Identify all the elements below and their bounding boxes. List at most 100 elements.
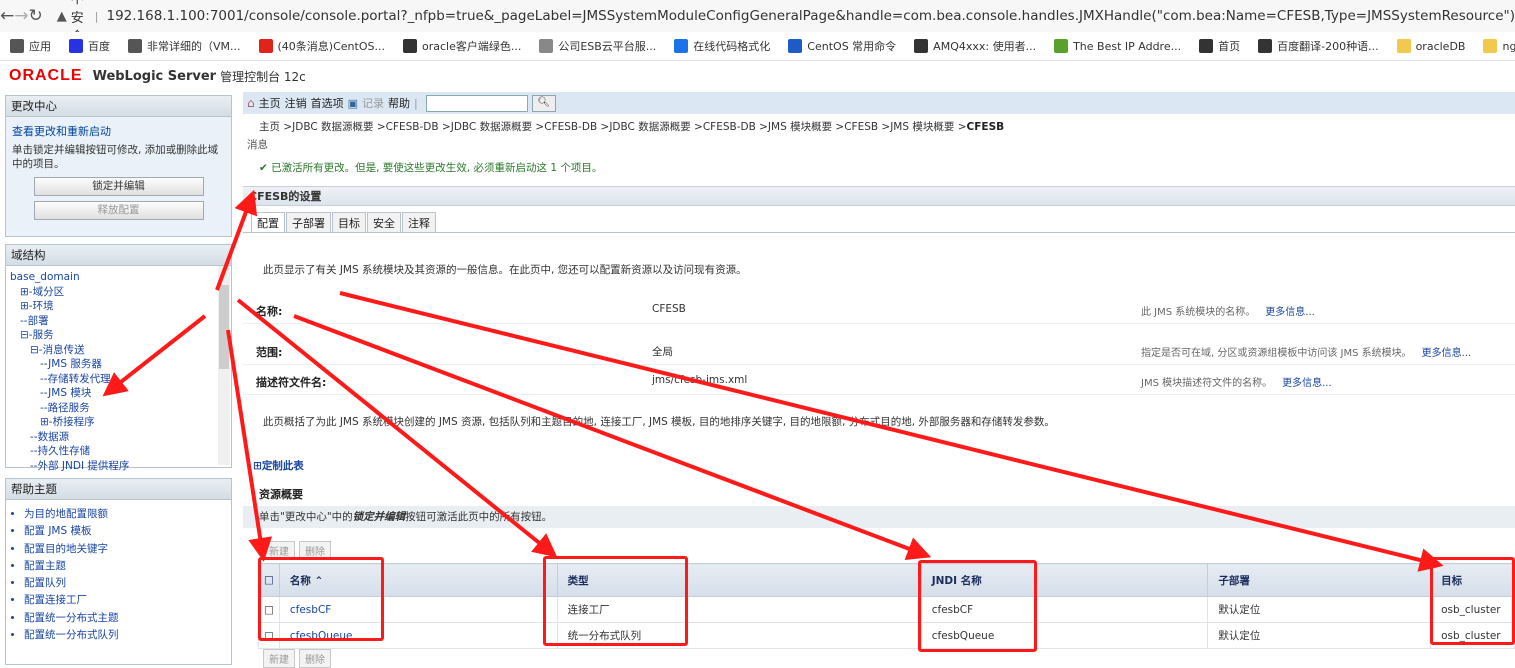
reload-icon[interactable]: ↻: [29, 6, 43, 26]
help-item[interactable]: 配置统一分布式队列: [24, 627, 231, 644]
field-row: 范围:全局指定是否可在域, 分区或资源组模板中访问该 JMS 系统模块。更多信息…: [243, 336, 1515, 365]
bookmark-label[interactable]: 非常详细的（VM...: [147, 38, 241, 54]
search-input[interactable]: [426, 95, 528, 112]
bookmark-9[interactable]: The Best IP Addre...: [1054, 39, 1181, 53]
resources-table: □ 名称 ⌃类型JNDI 名称子部署目标 □cfesbCF连接工厂cfesbCF…: [258, 563, 1515, 649]
more-info-link[interactable]: 更多信息...: [1265, 307, 1315, 318]
bookmark-5[interactable]: 公司ESB云平台服...: [539, 38, 656, 54]
tab-divider: [243, 232, 1515, 233]
tree-node[interactable]: --JMS 服务器: [10, 357, 231, 372]
bookmark-label[interactable]: (40条消息)CentOS...: [278, 38, 385, 54]
bookmark-label[interactable]: CentOS 常用命令: [807, 38, 896, 54]
bookmark-4[interactable]: oracle客户端绿色...: [403, 38, 521, 54]
bookmark-2[interactable]: 非常详细的（VM...: [128, 38, 241, 54]
ibm-icon: [914, 39, 928, 53]
url-field[interactable]: 192.168.1.100:7001/console/console.porta…: [107, 8, 1515, 24]
resources-title: 资源概要: [259, 486, 303, 502]
customize-table-link[interactable]: ⊞定制此表: [253, 458, 304, 473]
tree-node[interactable]: ⊟-消息传送: [10, 343, 231, 358]
bookmark-label[interactable]: oracleDB: [1416, 40, 1466, 53]
record-link[interactable]: 记录: [362, 95, 384, 111]
bookmark-3[interactable]: (40条消息)CentOS...: [259, 38, 385, 54]
warning-icon[interactable]: ▲: [57, 9, 67, 24]
customize-table-label[interactable]: 定制此表: [262, 460, 304, 472]
help-panel: 帮助主题 为目的地配置限额配置 JMS 模板配置目的地关键字配置主题配置队列配置…: [5, 478, 232, 665]
bookmark-label[interactable]: 百度翻译-200种语...: [1277, 38, 1378, 54]
tab-1[interactable]: 子部署: [286, 212, 331, 233]
field-value: jms/cfesb-jms.xml: [652, 374, 747, 386]
bookmark-6[interactable]: 在线代码格式化: [674, 38, 770, 54]
tab-0[interactable]: 配置: [251, 212, 285, 233]
lock-edit-button[interactable]: 锁定并编辑: [34, 177, 204, 196]
bookmark-label[interactable]: 在线代码格式化: [693, 38, 770, 54]
bookmark-8[interactable]: AMQ4xxx: 使用者...: [914, 38, 1036, 54]
breadcrumb-path[interactable]: 主页 >JDBC 数据源概要 >CFESB-DB >JDBC 数据源概要 >CF…: [259, 121, 967, 133]
help-item[interactable]: 配置目的地关键字: [24, 541, 231, 558]
home-link[interactable]: 主页: [259, 95, 281, 111]
tree-node[interactable]: ⊞-环境: [10, 299, 231, 314]
help-item[interactable]: 为目的地配置限额: [24, 506, 231, 523]
tree-node[interactable]: --部署: [10, 314, 231, 329]
tree-node[interactable]: --数据源: [10, 430, 231, 445]
annotation-box-name: [258, 557, 384, 641]
view-changes-link[interactable]: 查看更改和重新启动: [6, 117, 231, 143]
change-center-text: 单击锁定并编辑按钮可修改, 添加或删除此域中的项目。: [6, 143, 231, 171]
search-icon[interactable]: 🔍︎: [532, 95, 556, 112]
tab-3[interactable]: 安全: [367, 212, 401, 233]
bookmark-label[interactable]: AMQ4xxx: 使用者...: [933, 38, 1036, 54]
bookmark-label[interactable]: nginx: [1502, 40, 1515, 53]
bookmark-label[interactable]: oracle客户端绿色...: [422, 38, 521, 54]
help-item[interactable]: 配置统一分布式主题: [24, 610, 231, 627]
help-item[interactable]: 配置 JMS 模板: [24, 523, 231, 540]
release-config-button[interactable]: 释放配置: [34, 201, 204, 220]
preferences-link[interactable]: 首选项: [311, 95, 344, 111]
csdn-c-icon: [259, 39, 273, 53]
tree-node[interactable]: --JMS 模块: [10, 386, 231, 401]
more-info-link[interactable]: 更多信息...: [1422, 348, 1472, 359]
bookmark-0[interactable]: 应用: [10, 38, 51, 54]
tree-node[interactable]: --持久性存储: [10, 444, 231, 459]
help-link[interactable]: 帮助: [388, 95, 410, 111]
logout-link[interactable]: 注销: [285, 95, 307, 111]
tree-node[interactable]: --路径服务: [10, 401, 231, 416]
help-item[interactable]: 配置队列: [24, 575, 231, 592]
field-label: 名称:: [256, 303, 282, 319]
record-icon[interactable]: ▣: [348, 97, 358, 110]
globe-icon: [403, 39, 417, 53]
success-message: ✔ 已激活所有更改。但是, 要使这些更改生效, 必须重新启动这 1 个项目。: [259, 160, 602, 175]
tab-4[interactable]: 注释: [402, 212, 436, 233]
field-value: 全局: [652, 344, 673, 359]
bookmark-1[interactable]: 百度: [69, 38, 110, 54]
bookmark-13[interactable]: nginx: [1483, 39, 1515, 53]
help-title: 帮助主题: [6, 479, 231, 500]
back-icon[interactable]: ←: [0, 6, 14, 26]
bookmark-11[interactable]: 百度翻译-200种语...: [1258, 38, 1378, 54]
column-header[interactable]: 子部署: [1208, 564, 1431, 597]
tree-node[interactable]: --外部 JNDI 提供程序: [10, 459, 231, 474]
bookmark-label[interactable]: 百度: [88, 38, 110, 54]
bookmark-7[interactable]: CentOS 常用命令: [788, 38, 896, 54]
bookmark-10[interactable]: 首页: [1199, 38, 1240, 54]
tree-scroll-thumb[interactable]: [219, 285, 229, 369]
help-item[interactable]: 配置主题: [24, 558, 231, 575]
more-info-link[interactable]: 更多信息...: [1282, 378, 1332, 389]
forward-icon[interactable]: →: [14, 6, 28, 26]
tree-node[interactable]: ⊞-桥接程序: [10, 415, 231, 430]
tree-node[interactable]: ⊞-域分区: [10, 285, 231, 300]
tab-2[interactable]: 目标: [332, 212, 366, 233]
bookmark-label[interactable]: The Best IP Addre...: [1073, 40, 1181, 53]
bookmark-label[interactable]: 应用: [29, 38, 51, 54]
bookmark-label[interactable]: 公司ESB云平台服...: [558, 38, 656, 54]
bookmark-12[interactable]: oracleDB: [1397, 39, 1466, 53]
tree-node[interactable]: base_domain: [10, 270, 231, 285]
breadcrumb-current: CFESB: [967, 121, 1005, 133]
tree-node[interactable]: ⊟-服务: [10, 328, 231, 343]
home-icon[interactable]: ⌂: [247, 96, 255, 110]
divider: |: [95, 10, 99, 23]
tree-node[interactable]: --存储转发代理: [10, 372, 231, 387]
help-item[interactable]: 配置连接工厂: [24, 592, 231, 609]
bookmark-label[interactable]: 首页: [1218, 38, 1240, 54]
new-button[interactable]: 新建: [263, 649, 295, 668]
delete-button[interactable]: 删除: [299, 649, 331, 668]
field-row: 名称:CFESB此 JMS 系统模块的名称。更多信息...: [243, 295, 1515, 324]
